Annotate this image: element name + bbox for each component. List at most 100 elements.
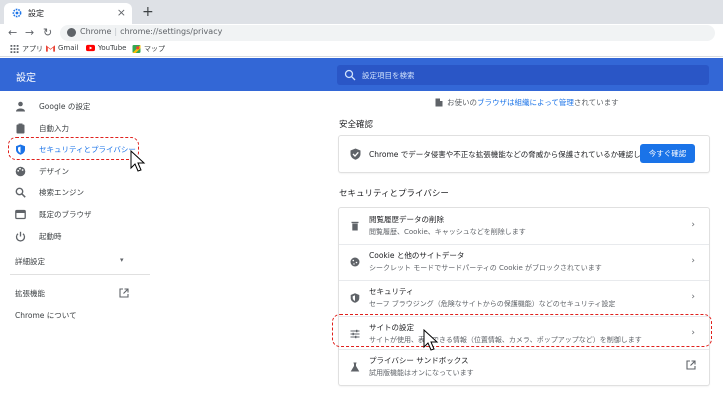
bookmark-maps[interactable]: マップ (132, 44, 165, 54)
row-subtitle: シークレット モードでサードパーティの Cookie がブロックされています (369, 264, 602, 272)
sidebar-item-label: 既定のブラウザ (39, 210, 92, 219)
reload-button[interactable]: ↻ (43, 26, 52, 40)
sidebar-divider (10, 274, 150, 275)
sidebar-item-startup[interactable]: 起動時 (0, 227, 148, 245)
url-text: Chrome | chrome://settings/privacy (80, 27, 222, 36)
mouse-cursor-icon (130, 150, 146, 172)
managed-link[interactable]: ブラウザは組織によって管理 (477, 97, 574, 108)
apps-grid-icon (10, 45, 19, 53)
building-icon (435, 98, 443, 107)
bookmark-label: アプリ (22, 45, 43, 53)
sidebar-item-google[interactable]: Google の設定 (0, 97, 148, 115)
address-bar[interactable]: Chrome | chrome://settings/privacy (60, 25, 715, 41)
maps-icon (132, 45, 141, 53)
forward-button[interactable]: → (25, 26, 34, 40)
advanced-label: 詳細設定 (15, 257, 45, 266)
safety-check-card: Chrome でデータ侵害や不正な拡張機能などの脅威から保護されているか確認しま… (339, 136, 709, 172)
url-separator: | (114, 27, 118, 36)
safety-check-heading: 安全確認 (339, 120, 374, 130)
sidebar-item-autofill[interactable]: 自動入力 (0, 119, 148, 137)
gmail-icon (46, 45, 55, 52)
sidebar-item-label: 自動入力 (39, 124, 69, 133)
row-subtitle: 試用版機能はオンになっています (369, 369, 474, 377)
tab-strip: 設定 × + (0, 0, 723, 24)
shield-icon (350, 293, 360, 303)
trash-icon (351, 221, 359, 231)
power-icon (15, 231, 26, 242)
sidebar-advanced[interactable]: 詳細設定 ▾ (0, 252, 148, 270)
site-settings-highlight (332, 314, 712, 347)
check-now-button[interactable]: 今すぐ確認 (640, 144, 695, 163)
bookmark-apps[interactable]: アプリ (10, 44, 43, 54)
row-divider (339, 349, 709, 350)
sidebar-item-appearance[interactable]: デザイン (0, 162, 148, 180)
tab-title: 設定 (28, 9, 44, 18)
bookmark-label: マップ (144, 45, 165, 53)
flask-icon (350, 362, 360, 372)
sidebar-highlight (8, 137, 139, 160)
url-site: Chrome (80, 27, 112, 36)
about-label: Chrome について (15, 311, 77, 320)
palette-icon (15, 166, 26, 177)
external-link-icon (686, 360, 696, 370)
row-privacy-sandbox[interactable]: プライバシー サンドボックス 試用版機能はオンになっています (339, 349, 709, 385)
toolbar: ← → ↻ Chrome | chrome://settings/privacy (0, 24, 723, 42)
browser-icon (15, 209, 26, 220)
site-info-icon[interactable] (67, 28, 76, 37)
extensions-label: 拡張機能 (15, 289, 45, 298)
settings-search-input[interactable]: 設定項目を検索 (337, 65, 709, 85)
bookmark-label: Gmail (58, 44, 79, 52)
row-title: セキュリティ (369, 287, 414, 296)
tab-close-button[interactable]: × (117, 6, 126, 20)
chevron-right-icon: › (691, 220, 695, 230)
row-divider (339, 244, 709, 245)
bookmark-youtube[interactable]: YouTube (86, 44, 126, 52)
url-path: chrome://settings/privacy (120, 27, 223, 36)
managed-prefix: お使いの (447, 98, 477, 107)
sidebar-item-label: デザイン (39, 167, 69, 176)
privacy-card: 閲覧履歴データの削除 閲覧履歴、Cookie、キャッシュなどを削除します › C… (339, 208, 709, 385)
page-title: 設定 (16, 73, 36, 84)
sidebar-item-label: 起動時 (39, 232, 62, 241)
cookie-icon (350, 257, 360, 267)
row-clear-browsing-data[interactable]: 閲覧履歴データの削除 閲覧履歴、Cookie、キャッシュなどを削除します › (339, 208, 709, 244)
privacy-section-heading: セキュリティとプライバシー (339, 189, 449, 199)
settings-header: 設定 設定項目を検索 (0, 58, 723, 91)
sidebar-item-label: Google の設定 (39, 102, 91, 111)
row-title: Cookie と他のサイトデータ (369, 251, 465, 260)
sidebar-extensions[interactable]: 拡張機能 (0, 284, 148, 302)
managed-suffix: されています (573, 98, 619, 107)
bookmark-gmail[interactable]: Gmail (46, 44, 78, 52)
external-link-icon (119, 288, 129, 298)
youtube-icon (86, 44, 95, 52)
mouse-cursor-icon (423, 329, 439, 351)
sidebar-item-default-browser[interactable]: 既定のブラウザ (0, 205, 148, 223)
row-cookies[interactable]: Cookie と他のサイトデータ シークレット モードでサードパーティの Coo… (339, 244, 709, 280)
sidebar-about-chrome[interactable]: Chrome について (0, 306, 148, 324)
sidebar-item-label: 検索エンジン (39, 188, 84, 197)
bookmark-label: YouTube (98, 44, 127, 52)
chevron-down-icon: ▾ (120, 256, 124, 264)
managed-notice: お使いの ブラウザは組織によって管理 されています (435, 97, 619, 108)
search-placeholder: 設定項目を検索 (362, 71, 415, 80)
row-divider (339, 280, 709, 281)
row-subtitle: 閲覧履歴、Cookie、キャッシュなどを削除します (369, 228, 526, 236)
search-icon (344, 69, 356, 81)
chevron-right-icon: › (691, 256, 695, 266)
gear-icon (12, 8, 22, 18)
clipboard-icon (16, 123, 25, 134)
chevron-right-icon: › (691, 292, 695, 302)
person-icon (16, 101, 25, 112)
safety-check-text: Chrome でデータ侵害や不正な拡張機能などの脅威から保護されているか確認しま… (369, 150, 656, 159)
shield-check-icon (350, 148, 361, 160)
tab-settings[interactable]: 設定 × (4, 3, 132, 24)
row-title: プライバシー サンドボックス (369, 356, 469, 365)
new-tab-button[interactable]: + (142, 4, 154, 20)
row-title: 閲覧履歴データの削除 (369, 215, 444, 224)
sidebar-item-search-engine[interactable]: 検索エンジン (0, 183, 148, 201)
bookmarks-bar: アプリ Gmail YouTube マップ (0, 42, 723, 57)
row-security[interactable]: セキュリティ セーフ ブラウジング（危険なサイトからの保護機能）などのセキュリテ… (339, 280, 709, 316)
back-button[interactable]: ← (8, 26, 17, 40)
row-subtitle: セーフ ブラウジング（危険なサイトからの保護機能）などのセキュリティ設定 (369, 300, 616, 308)
search-icon (15, 187, 26, 198)
